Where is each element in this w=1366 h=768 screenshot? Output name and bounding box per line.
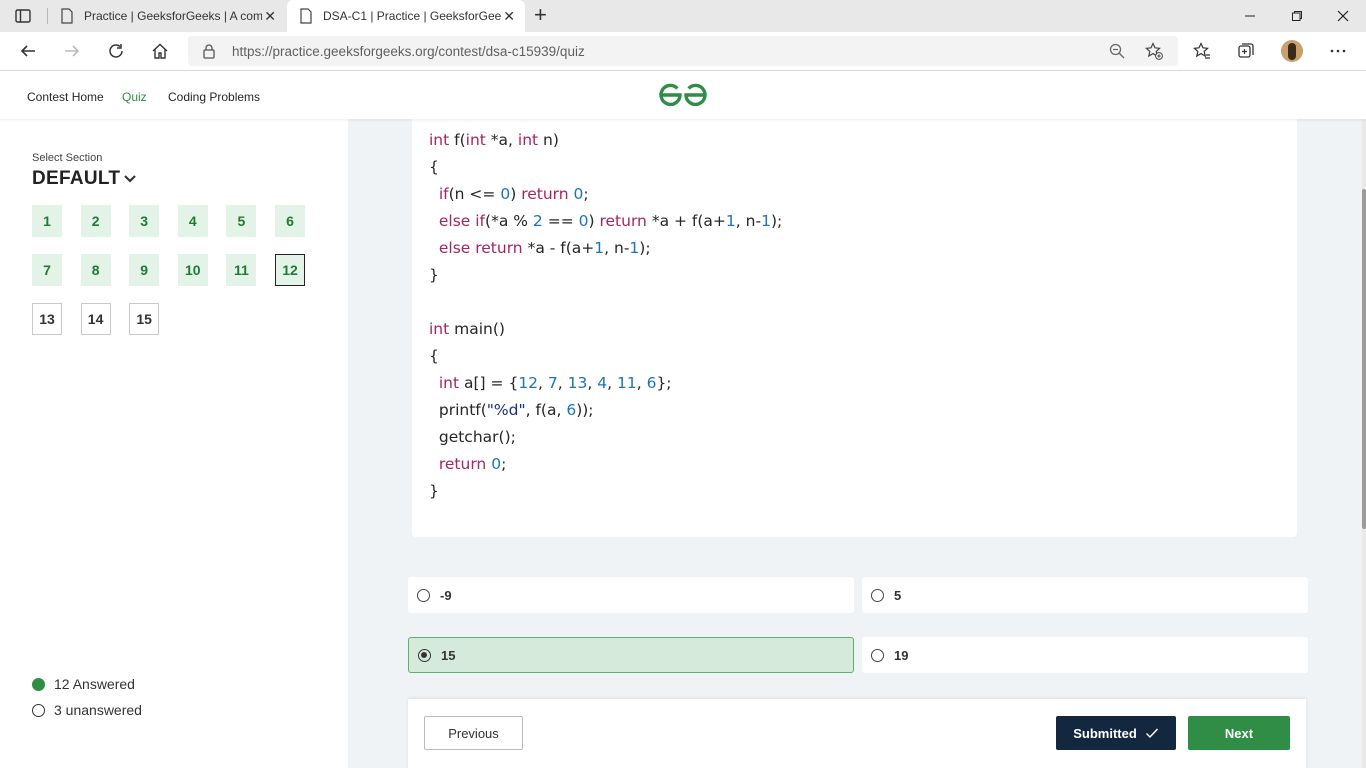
radio-icon[interactable] bbox=[417, 588, 430, 602]
browser-tab-strip: Practice | GeeksforGeeks | A com ✕ DSA-C… bbox=[0, 0, 1366, 32]
code-block: int f(int *a, int n) { if(n <= 0) return … bbox=[429, 127, 782, 505]
code-line: getchar(); bbox=[429, 428, 516, 446]
check-icon bbox=[1145, 728, 1158, 739]
gfg-logo-icon[interactable] bbox=[658, 81, 708, 109]
code-line: if(n <= 0) return 0; bbox=[438, 185, 589, 203]
address-bar[interactable]: https://practice.geeksforgeeks.org/conte… bbox=[188, 36, 1178, 66]
forward-icon[interactable] bbox=[62, 41, 82, 61]
radio-icon[interactable] bbox=[871, 588, 884, 602]
close-icon[interactable]: ✕ bbox=[264, 9, 276, 23]
unanswered-count: 3 unanswered bbox=[54, 702, 142, 718]
window-close-icon[interactable] bbox=[1333, 6, 1353, 26]
page-scrollbar[interactable] bbox=[1362, 119, 1366, 768]
lock-icon[interactable] bbox=[202, 43, 216, 59]
question-15-button[interactable]: 15 bbox=[129, 303, 160, 335]
more-icon[interactable] bbox=[1328, 41, 1348, 61]
submitted-label: Submitted bbox=[1073, 725, 1137, 741]
code-line: int main() bbox=[429, 320, 505, 338]
question-5-button[interactable]: 5 bbox=[226, 205, 257, 237]
option-a[interactable]: -9 bbox=[408, 577, 854, 613]
question-4-button[interactable]: 4 bbox=[177, 205, 208, 237]
radio-selected-icon[interactable] bbox=[418, 648, 431, 662]
code-line: } bbox=[429, 482, 439, 500]
code-line: { bbox=[429, 158, 439, 176]
home-icon[interactable] bbox=[150, 41, 170, 61]
question-1-button[interactable]: 1 bbox=[32, 205, 62, 237]
refresh-icon[interactable] bbox=[106, 41, 126, 61]
previous-button[interactable]: Previous bbox=[424, 716, 523, 750]
question-12-button[interactable]: 12 bbox=[275, 254, 305, 286]
restore-icon[interactable] bbox=[1287, 6, 1307, 26]
option-label: 15 bbox=[441, 647, 456, 663]
question-6-button[interactable]: 6 bbox=[275, 205, 305, 237]
address-toolbar: https://practice.geeksforgeeks.org/conte… bbox=[0, 32, 1366, 71]
answered-count: 12 Answered bbox=[54, 676, 135, 692]
favorites-icon[interactable] bbox=[1192, 41, 1212, 61]
quiz-main: int f(int *a, int n) { if(n <= 0) return … bbox=[348, 119, 1362, 768]
answered-legend: 12 Answered bbox=[32, 676, 135, 692]
scrollbar-thumb[interactable] bbox=[1362, 189, 1366, 529]
question-13-button[interactable]: 13 bbox=[32, 303, 62, 335]
collections-icon[interactable] bbox=[1236, 41, 1256, 61]
code-line: int f(int *a, int n) bbox=[429, 131, 559, 149]
nav-contest-home[interactable]: Contest Home bbox=[27, 90, 104, 104]
tab-dsa-c1[interactable]: DSA-C1 | Practice | GeeksforGeel ✕ bbox=[287, 0, 525, 32]
code-line: printf("%d", f(a, 6)); bbox=[429, 401, 594, 419]
option-c[interactable]: 15 bbox=[408, 637, 854, 673]
quiz-footer: Previous Submitted Next bbox=[408, 699, 1306, 768]
code-line: { bbox=[429, 347, 439, 365]
code-line: } bbox=[429, 266, 439, 284]
submitted-button[interactable]: Submitted bbox=[1056, 716, 1176, 750]
add-favorite-icon[interactable] bbox=[1145, 42, 1163, 60]
next-button[interactable]: Next bbox=[1188, 716, 1290, 750]
code-line: else if(*a % 2 == 0) return *a + f(a+1, … bbox=[438, 212, 783, 230]
site-header: Contest Home Quiz Coding Problems bbox=[0, 71, 1366, 119]
section-select[interactable]: DEFAULT bbox=[32, 168, 120, 190]
tab-title: DSA-C1 | Practice | GeeksforGeel bbox=[323, 9, 501, 23]
code-line: int a[] = {12, 7, 13, 4, 11, 6}; bbox=[438, 374, 672, 392]
section-label: Select Section bbox=[32, 152, 103, 164]
zoom-icon[interactable] bbox=[1108, 42, 1126, 60]
question-sidebar: Select Section DEFAULT 1 2 3 4 5 6 7 8 9 10 11 12 13… bbox=[0, 119, 348, 768]
question-8-button[interactable]: 8 bbox=[80, 254, 111, 286]
question-11-button[interactable]: 11 bbox=[226, 254, 257, 286]
unanswered-dot-icon bbox=[32, 703, 45, 717]
back-icon[interactable] bbox=[18, 41, 38, 61]
minimize-icon[interactable] bbox=[1240, 6, 1260, 26]
tab-actions-icon[interactable] bbox=[14, 7, 32, 25]
option-b[interactable]: 5 bbox=[862, 577, 1308, 613]
radio-icon[interactable] bbox=[871, 648, 884, 662]
tab-practice[interactable]: Practice | GeeksforGeeks | A com ✕ bbox=[48, 0, 286, 32]
option-d[interactable]: 19 bbox=[862, 637, 1308, 673]
question-14-button[interactable]: 14 bbox=[80, 303, 111, 335]
new-tab-icon[interactable]: + bbox=[534, 4, 547, 26]
question-7-button[interactable]: 7 bbox=[32, 254, 62, 286]
unanswered-legend: 3 unanswered bbox=[32, 702, 142, 718]
close-icon[interactable]: ✕ bbox=[503, 9, 515, 23]
nav-coding-problems[interactable]: Coding Problems bbox=[168, 90, 260, 104]
page-icon bbox=[61, 8, 73, 24]
question-3-button[interactable]: 3 bbox=[129, 205, 160, 237]
nav-quiz[interactable]: Quiz bbox=[122, 90, 147, 104]
option-label: 5 bbox=[894, 587, 902, 603]
avatar[interactable] bbox=[1281, 40, 1303, 62]
code-line: else return *a - f(a+1, n-1); bbox=[438, 239, 651, 257]
option-label: 19 bbox=[894, 647, 909, 663]
question-code-card: int f(int *a, int n) { if(n <= 0) return … bbox=[412, 119, 1297, 537]
question-10-button[interactable]: 10 bbox=[177, 254, 208, 286]
tab-title: Practice | GeeksforGeeks | A com bbox=[84, 9, 262, 23]
option-label: -9 bbox=[440, 587, 452, 603]
chevron-down-icon[interactable] bbox=[122, 173, 138, 185]
question-2-button[interactable]: 2 bbox=[80, 205, 111, 237]
answered-dot-icon bbox=[32, 677, 45, 691]
url-text[interactable]: https://practice.geeksforgeeks.org/conte… bbox=[232, 44, 585, 59]
page-icon bbox=[300, 8, 312, 24]
question-9-button[interactable]: 9 bbox=[129, 254, 160, 286]
code-line: return 0; bbox=[438, 455, 507, 473]
